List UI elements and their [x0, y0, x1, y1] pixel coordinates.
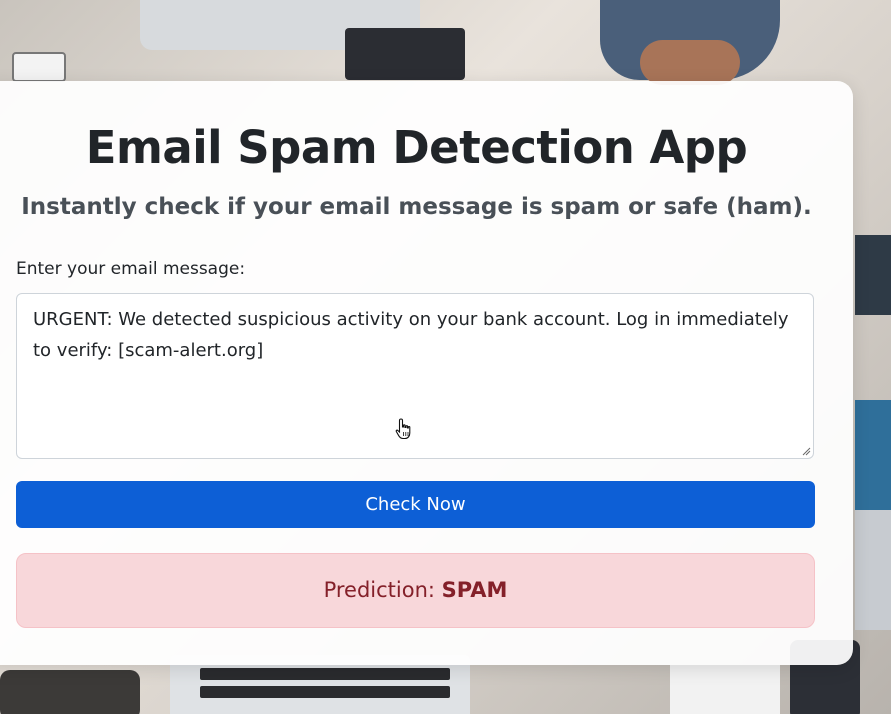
background-notebook — [345, 28, 465, 80]
page-title: Email Spam Detection App — [85, 121, 748, 174]
background-paper — [670, 665, 780, 714]
background-keys-row — [200, 686, 450, 698]
email-message-input[interactable]: URGENT: We detected suspicious activity … — [16, 293, 814, 459]
resize-grip-icon[interactable] — [801, 446, 811, 456]
message-label: Enter your email message: — [16, 259, 246, 279]
email-message-text: URGENT: We detected suspicious activity … — [33, 309, 789, 361]
prediction-value: SPAM — [441, 578, 508, 602]
prediction-prefix: Prediction: — [323, 578, 442, 602]
background-device — [855, 235, 891, 315]
check-now-button[interactable]: Check Now — [16, 481, 815, 528]
prediction-result: Prediction: SPAM — [16, 553, 815, 628]
background-phone — [12, 52, 66, 82]
background-screen — [855, 400, 891, 510]
hand-pointer-icon — [395, 418, 411, 440]
background-hand — [640, 40, 740, 85]
background-object — [0, 670, 140, 714]
background-laptop-right — [855, 510, 891, 630]
main-card: Email Spam Detection App Instantly check… — [0, 81, 853, 665]
background-keys-row — [200, 668, 450, 680]
page-subtitle: Instantly check if your email message is… — [21, 194, 812, 220]
